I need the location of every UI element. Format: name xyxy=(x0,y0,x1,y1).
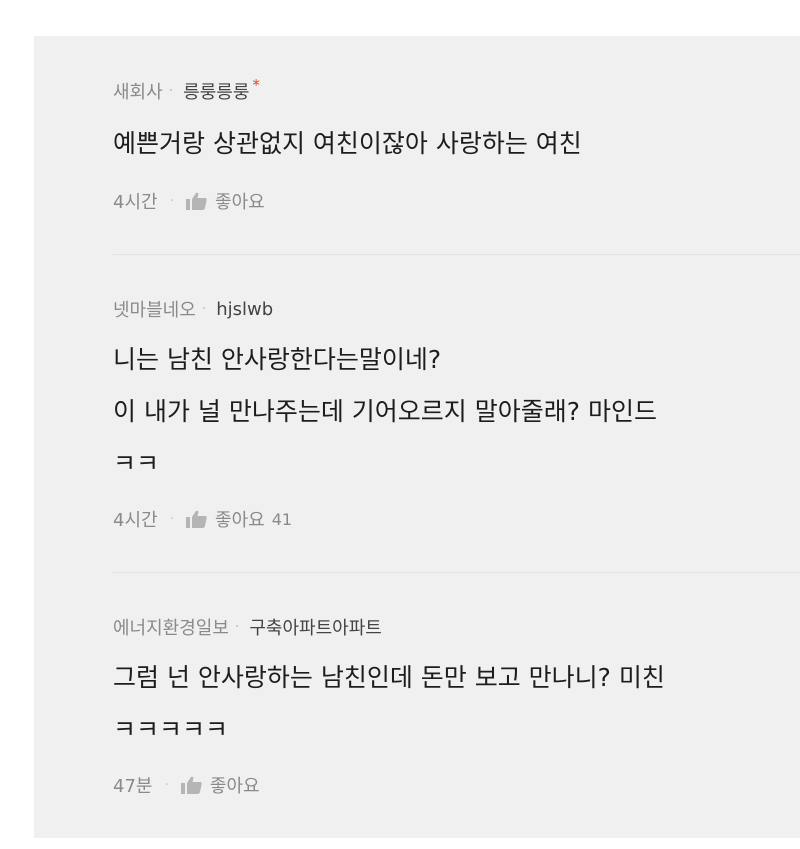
comment-footer: 4시간 · 좋아요 41 xyxy=(113,506,292,532)
comment-divider xyxy=(113,572,800,573)
like-button[interactable]: 좋아요 xyxy=(186,188,272,214)
comment-text: 니는 남친 안사랑한다는말이네? 이 내가 널 만나주는데 기어오르지 말아줄래… xyxy=(113,345,657,478)
like-label: 좋아요 xyxy=(215,192,265,213)
comment-meta: 넷마블네오 · hjslwb xyxy=(113,296,276,322)
like-label: 좋아요 xyxy=(215,510,265,531)
thumbs-up-icon xyxy=(186,192,207,210)
separator-dot: · xyxy=(168,83,174,99)
comment-time: 4시간 xyxy=(113,510,158,531)
thumbs-up-icon xyxy=(180,776,202,794)
comment-author[interactable]: 넷마블네오 xyxy=(113,296,196,322)
separator-dot: · xyxy=(201,301,207,317)
like-button[interactable]: 좋아요 xyxy=(180,772,267,798)
comment-handle[interactable]: 구축아파트아파트 xyxy=(249,614,381,640)
separator-dot: · xyxy=(164,777,169,793)
separator-dot: · xyxy=(234,619,240,635)
comment-footer: 4시간 · 좋아요 xyxy=(113,188,272,214)
comment-meta: 새회사 · 릉룽릉룽 * xyxy=(113,76,260,104)
best-star-mark: * xyxy=(252,76,260,94)
comment-text: 그럼 넌 안사랑하는 남친인데 돈만 보고 만나니? 미친 ㅋㅋㅋㅋㅋ xyxy=(113,663,665,744)
comment-divider xyxy=(113,254,800,255)
thumbs-up-icon xyxy=(186,510,207,528)
like-button[interactable]: 좋아요 41 xyxy=(186,506,292,532)
comment-author[interactable]: 새회사 xyxy=(113,78,163,104)
comment-author[interactable]: 에너지환경일보 xyxy=(113,614,229,640)
separator-dot: · xyxy=(169,193,175,209)
comment-footer: 47분 · 좋아요 xyxy=(113,772,267,798)
comment-time: 47분 xyxy=(113,776,153,797)
like-count: 41 xyxy=(271,509,293,529)
comment-time: 4시간 xyxy=(113,192,158,213)
like-label: 좋아요 xyxy=(209,776,260,797)
comment-meta: 에너지환경일보 · 구축아파트아파트 xyxy=(113,614,385,640)
separator-dot: · xyxy=(169,511,175,527)
comment-handle[interactable]: hjslwb xyxy=(216,299,273,320)
comment-list: 새회사 · 릉룽릉룽 * 예쁜거랑 상관없지 여친이잖아 사랑하는 여친 4시간… xyxy=(34,36,800,838)
comment-text: 예쁜거랑 상관없지 여친이잖아 사랑하는 여친 xyxy=(113,129,582,158)
comment-handle[interactable]: 릉룽릉룽 xyxy=(183,78,249,104)
